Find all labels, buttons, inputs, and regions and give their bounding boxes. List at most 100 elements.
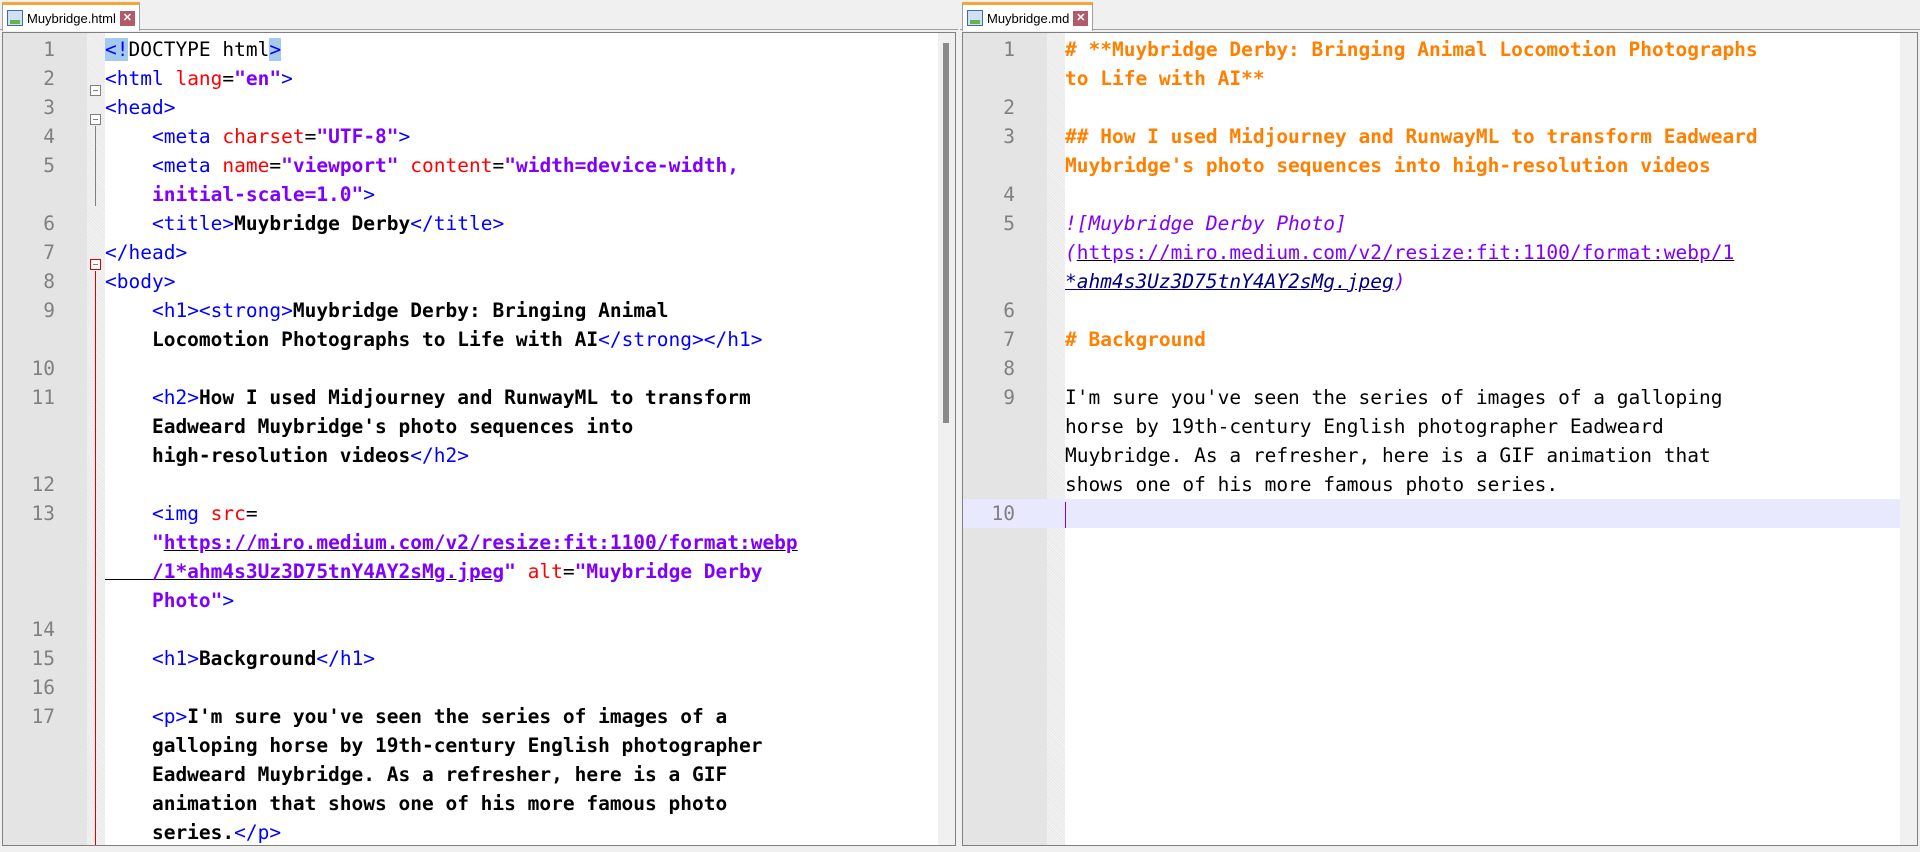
code-token: = [222, 67, 235, 90]
code-line[interactable]: 6 <title>Muybridge Derby</title> [3, 209, 955, 238]
code-line[interactable]: 5 <meta name="viewport" content="width=d… [3, 151, 955, 180]
code-line[interactable]: 14 [3, 615, 955, 644]
code-token: <h2> [151, 386, 199, 409]
code-line[interactable]: *ahm4s3Uz3D75tnY4AY2sMg.jpeg) [963, 267, 1917, 296]
code-line[interactable]: 12 [3, 470, 955, 499]
code-line[interactable]: Locomotion Photographs to Life with AI</… [3, 325, 955, 354]
line-number: 16 [31, 676, 55, 699]
code-line[interactable]: Eadweard Muybridge. As a refresher, here… [3, 760, 955, 789]
code-token: = [269, 154, 282, 177]
code-line[interactable]: series.</p> [3, 818, 955, 845]
code-line[interactable]: 3 <head> [3, 93, 955, 122]
code-token: galloping horse by 19th-century English … [105, 734, 763, 757]
code-line[interactable]: 4 [963, 180, 1917, 209]
scrollbar-thumb[interactable] [943, 43, 949, 423]
code-token: = [245, 502, 258, 525]
line-content: <h1>Background</h1> [105, 644, 375, 673]
vertical-scrollbar[interactable] [938, 33, 955, 845]
line-number: 15 [31, 647, 55, 670]
code-line[interactable]: galloping horse by 19th-century English … [3, 731, 955, 760]
code-token: https://miro.medium.com/v2/resize:fit:11… [1076, 241, 1735, 264]
code-token: <p> [151, 705, 188, 728]
code-line[interactable]: 8 [963, 354, 1917, 383]
code-line[interactable]: 17 <p>I'm sure you've seen the series of… [3, 702, 955, 731]
line-number: 12 [31, 473, 55, 496]
code-line[interactable]: (https://miro.medium.com/v2/resize:fit:1… [963, 238, 1917, 267]
code-token: DOCTYPE html [128, 38, 270, 61]
line-content: Eadweard Muybridge. As a refresher, here… [105, 760, 727, 789]
code-line[interactable]: Eadweard Muybridge's photo sequences int… [3, 412, 955, 441]
tab-muybridge-md[interactable]: Muybridge.md ✕ [962, 2, 1094, 31]
code-line[interactable]: 3 ## How I used Midjourney and RunwayML t… [963, 122, 1917, 151]
code-line[interactable]: animation that shows one of his more fam… [3, 789, 955, 818]
code-line[interactable]: 1 # **Muybridge Derby: Bringing Animal Lo… [963, 35, 1917, 64]
line-content [1065, 499, 1066, 528]
code-line[interactable]: 9 <h1><strong>Muybridge Derby: Bringing … [3, 296, 955, 325]
code-line[interactable]: 15 <h1>Background</h1> [3, 644, 955, 673]
code-line[interactable]: 10 [963, 499, 1917, 528]
line-number: 14 [31, 618, 55, 641]
code-token: ## How I used Midjourney and RunwayML to… [1065, 125, 1758, 148]
code-line[interactable]: 7 # Background [963, 325, 1917, 354]
tab-label: Muybridge.html [27, 10, 116, 26]
code-token: </strong></h1> [598, 328, 763, 351]
code-line[interactable]: 4 <meta charset="UTF-8"> [3, 122, 955, 151]
code-token: "UTF-8" [316, 125, 399, 148]
close-tab-icon[interactable]: ✕ [1073, 10, 1089, 26]
code-token: name [222, 154, 270, 177]
line-content: <body> [105, 267, 175, 296]
code-line[interactable]: high-resolution videos</h2> [3, 441, 955, 470]
code-token: I'm sure you've seen the series of image… [1065, 386, 1723, 409]
code-line[interactable]: 6 [963, 296, 1917, 325]
line-content: shows one of his more famous photo serie… [1065, 470, 1558, 499]
code-line[interactable]: Photo"> [3, 586, 955, 615]
code-editor[interactable]: 1 # **Muybridge Derby: Bringing Animal Lo… [962, 32, 1918, 846]
code-token: <title> [151, 212, 235, 235]
code-line[interactable]: 8 <body> [3, 267, 955, 296]
code-line[interactable]: 10 [3, 354, 955, 383]
code-line[interactable]: 9 I'm sure you've seen the series of imag… [963, 383, 1917, 412]
code-line[interactable]: "https://miro.medium.com/v2/resize:fit:1… [3, 528, 955, 557]
code-line[interactable]: 1 <!DOCTYPE html> [3, 35, 955, 64]
line-number: 5 [43, 154, 55, 177]
code-editor[interactable]: 1 <!DOCTYPE html> 2 <html lang="en"> 3 <head>… [2, 32, 956, 846]
code-token: Muybridge. As a refresher, here is a GIF… [1065, 444, 1711, 467]
code-line[interactable]: initial-scale=1.0"> [3, 180, 955, 209]
code-line[interactable]: to Life with AI** [963, 64, 1917, 93]
code-token: Muybridge Derby [234, 212, 411, 235]
code-token: ( [1065, 241, 1077, 264]
line-number: 6 [1003, 299, 1015, 322]
code-line[interactable]: Muybridge. As a refresher, here is a GIF… [963, 441, 1917, 470]
code-token: <h1> [151, 647, 199, 670]
code-token: > [269, 38, 282, 61]
code-line[interactable]: shows one of his more famous photo serie… [963, 470, 1917, 499]
line-content: <h1><strong>Muybridge Derby: Bringing An… [105, 296, 669, 325]
code-line[interactable]: 7 </head> [3, 238, 955, 267]
code-line[interactable]: 2 <html lang="en"> [3, 64, 955, 93]
line-content: *ahm4s3Uz3D75tnY4AY2sMg.jpeg) [1065, 267, 1405, 296]
line-content: to Life with AI** [1065, 64, 1265, 93]
vertical-scrollbar[interactable] [1900, 33, 1917, 845]
code-line[interactable]: horse by 19th-century English photograph… [963, 412, 1917, 441]
code-line[interactable]: Muybridge's photo sequences into high-re… [963, 151, 1917, 180]
code-line[interactable]: /1*ahm4s3Uz3D75tnY4AY2sMg.jpeg" alt="Muy… [3, 557, 955, 586]
line-number: 10 [31, 357, 55, 380]
tab-label: Muybridge.md [987, 10, 1070, 26]
code-token: </title> [410, 212, 505, 235]
code-line[interactable]: 5 ![Muybridge Derby Photo] [963, 209, 1917, 238]
code-line[interactable]: 2 [963, 93, 1917, 122]
code-token: > [398, 125, 411, 148]
line-number: 4 [43, 125, 55, 148]
code-token: /1*ahm4s3Uz3D75tnY4AY2sMg.jpeg [105, 560, 505, 583]
code-token: " [504, 560, 516, 583]
code-token: <h1><strong> [151, 299, 293, 322]
tab-muybridge-html[interactable]: Muybridge.html ✕ [2, 2, 140, 31]
code-line[interactable]: 13 <img src= [3, 499, 955, 528]
code-line[interactable]: 11 <h2>How I used Midjourney and RunwayM… [3, 383, 955, 412]
code-line[interactable]: 16 [3, 673, 955, 702]
close-tab-icon[interactable]: ✕ [119, 10, 135, 26]
